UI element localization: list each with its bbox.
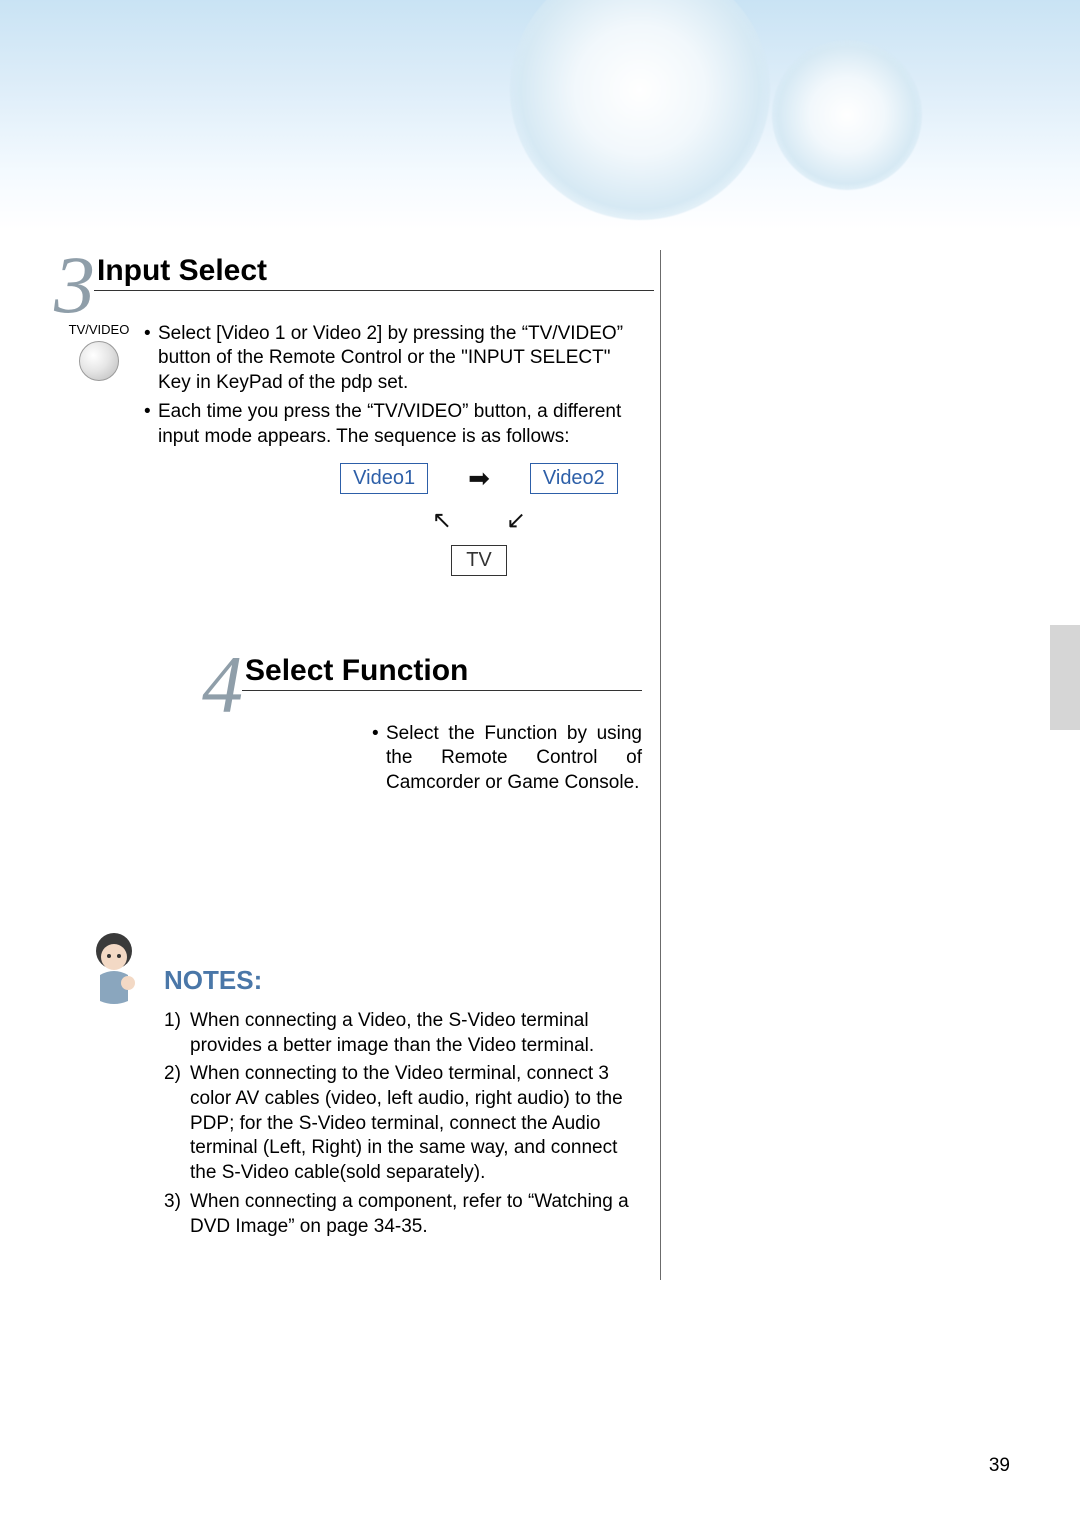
note-text: When connecting to the Video terminal, c… (190, 1062, 630, 1185)
dandelion-icon (772, 40, 922, 190)
note-item: 3) When connecting a component, refer to… (164, 1190, 630, 1239)
remote-button-diagram: TV/VIDEO (54, 322, 144, 453)
section-title: Input Select (94, 248, 654, 291)
notes-character-icon (70, 925, 154, 1009)
instruction-bullet: • Select [Video 1 or Video 2] by pressin… (144, 322, 624, 396)
step-number-4: 4 (202, 648, 243, 722)
sequence-box-video2: Video2 (530, 463, 618, 494)
instruction-text: Select [Video 1 or Video 2] by pressing … (158, 322, 624, 396)
note-text: When connecting a Video, the S-Video ter… (190, 1009, 630, 1058)
header-decoration (0, 0, 1080, 230)
section-title: Select Function (242, 648, 642, 691)
notes-list: 1) When connecting a Video, the S-Video … (164, 1009, 630, 1239)
notes-heading: NOTES: (70, 965, 630, 996)
column-divider (660, 250, 661, 1280)
button-label: TV/VIDEO (54, 322, 144, 337)
notes-section: NOTES: 1) When connecting a Video, the S… (70, 925, 630, 1243)
instruction-text: Select the Function by using the Remote … (386, 722, 642, 796)
tv-video-button-icon (79, 341, 119, 381)
page-number: 39 (989, 1455, 1010, 1477)
note-item: 1) When connecting a Video, the S-Video … (164, 1009, 630, 1058)
arrow-right-icon: ➡ (468, 463, 490, 494)
arrow-down-left-icon: ↙ (506, 506, 526, 535)
instruction-text: Each time you press the “TV/VIDEO” butto… (158, 400, 624, 449)
sequence-box-video1: Video1 (340, 463, 428, 494)
section-input-select: 3 Input Select TV/VIDEO • Select [Video … (54, 248, 654, 453)
note-item: 2) When connecting to the Video terminal… (164, 1062, 630, 1185)
page-tab-marker (1050, 625, 1080, 730)
step-number-3: 3 (54, 248, 95, 322)
section-select-function: 4 Select Function • Select the Function … (202, 648, 642, 796)
note-text: When connecting a component, refer to “W… (190, 1190, 630, 1239)
manual-page: 3 Input Select TV/VIDEO • Select [Video … (0, 0, 1080, 1525)
instruction-bullet: • Each time you press the “TV/VIDEO” but… (144, 400, 624, 449)
arrow-up-left-icon: ↖ (432, 506, 452, 535)
sequence-box-tv: TV (451, 545, 507, 576)
dandelion-icon (510, 0, 770, 220)
input-sequence-diagram: Video1 ➡ Video2 ↖ ↙ TV (334, 463, 624, 576)
instruction-bullet: • Select the Function by using the Remot… (372, 722, 642, 796)
